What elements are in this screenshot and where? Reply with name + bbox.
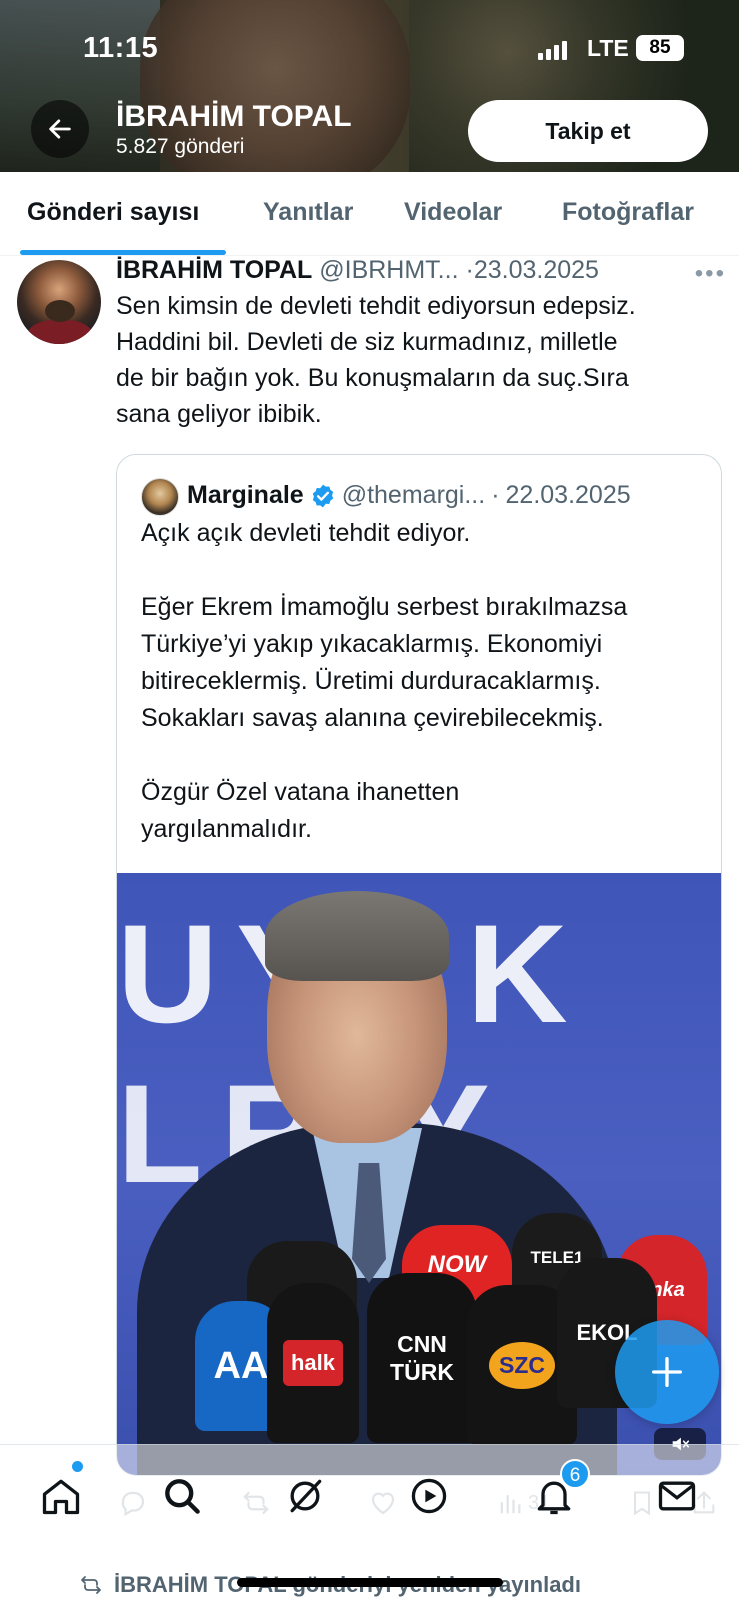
mic-szc-label: SZC	[489, 1341, 555, 1389]
quoted-author-name: Marginale	[187, 481, 304, 509]
post-date-separator: ·	[465, 256, 474, 284]
post-header: İBRAHİM TOPAL @IBRHMT... ·23.03.2025 •••	[116, 256, 726, 290]
nav-videos[interactable]	[402, 1469, 456, 1523]
tab-videos[interactable]: Videolar	[404, 198, 502, 227]
header-post-count: 5.827 gönderi	[116, 135, 245, 158]
quoted-post-text: Açık açık devleti tehdit ediyor. Eğer Ek…	[141, 519, 628, 843]
network-label: LTE	[587, 35, 629, 61]
nav-home[interactable]	[34, 1469, 88, 1523]
post-text: Sen kimsin de devleti tehdit ediyorsun e…	[116, 292, 636, 428]
header-profile-name: İBRAHİM TOPAL	[116, 100, 352, 133]
play-circle-icon	[411, 1478, 447, 1514]
nav-grok[interactable]	[278, 1469, 332, 1523]
verified-badge-icon	[312, 484, 333, 507]
home-unread-dot	[72, 1461, 83, 1472]
search-icon	[165, 1479, 200, 1514]
plus-icon	[652, 1357, 682, 1387]
status-time: 11:15	[83, 32, 159, 64]
quoted-post-date: 22.03.2025	[505, 481, 631, 509]
mic-halk-label: halk	[282, 1340, 344, 1386]
quoted-post-header: Marginale @themargi... · 22.03.2025	[187, 481, 631, 510]
tab-photos[interactable]: Fotoğraflar	[562, 198, 694, 227]
quoted-author-handle: @themargi...	[341, 481, 486, 509]
mic-halk: halk	[267, 1283, 359, 1443]
grok-icon	[290, 1479, 322, 1513]
home-indicator	[237, 1578, 503, 1587]
post-date[interactable]: 23.03.2025	[474, 256, 599, 284]
battery-icon: 85	[636, 35, 684, 61]
speaker-hair	[265, 891, 449, 981]
bottom-navigation: 6	[0, 1444, 739, 1544]
post-author-name[interactable]: İBRAHİM TOPAL	[116, 256, 312, 284]
tab-posts[interactable]: Gönderi sayısı	[27, 198, 199, 227]
post-author-avatar[interactable]	[17, 260, 101, 344]
repost-small-icon	[81, 1576, 101, 1594]
mic-cnn-turk: CNN TÜRK	[367, 1273, 477, 1443]
back-button[interactable]	[31, 100, 89, 158]
nav-messages[interactable]	[650, 1469, 704, 1523]
home-icon	[42, 1479, 80, 1515]
more-options-icon[interactable]: •••	[695, 260, 726, 288]
nav-search[interactable]	[155, 1469, 209, 1523]
notification-badge: 6	[560, 1459, 590, 1489]
quoted-post[interactable]: Marginale @themargi... · 22.03.2025 Açık …	[116, 454, 722, 1476]
mail-icon	[658, 1481, 696, 1511]
signal-icon	[538, 40, 567, 60]
post-author-handle[interactable]: @IBRHMT...	[319, 256, 458, 284]
compose-button[interactable]	[615, 1320, 719, 1424]
quoted-date-separator: ·	[491, 481, 500, 509]
arrow-left-icon	[49, 119, 71, 139]
active-tab-indicator	[20, 250, 226, 255]
status-bar: 11:15 LTE 85	[0, 28, 739, 68]
profile-tabs: Gönderi sayısı Yanıtlar Videolar Fotoğra…	[0, 172, 739, 256]
tab-replies[interactable]: Yanıtlar	[263, 198, 353, 227]
quoted-author-avatar	[141, 478, 179, 516]
follow-button[interactable]: Takip et	[468, 100, 708, 162]
